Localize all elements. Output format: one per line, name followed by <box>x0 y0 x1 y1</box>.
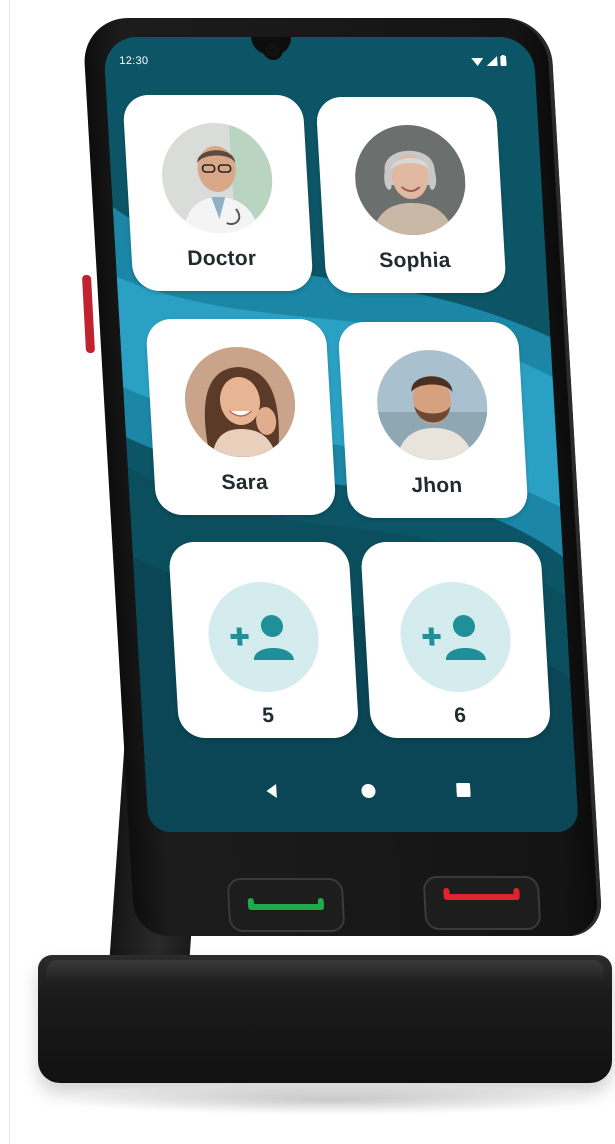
contact-tile-sara[interactable]: Sara <box>145 319 337 515</box>
contact-name: Doctor <box>186 247 257 270</box>
status-icons <box>471 55 507 66</box>
senior-woman-photo <box>352 125 469 235</box>
contact-tile-jhon[interactable]: Jhon <box>337 322 529 518</box>
contact-tile-sophia[interactable]: Sophia <box>315 97 507 293</box>
bearded-man-photo <box>374 350 491 460</box>
image-edge-line <box>9 0 10 1144</box>
add-contact-tile-6[interactable]: 6 <box>360 542 552 738</box>
sos-side-button[interactable] <box>81 275 96 353</box>
avatar-jhon <box>374 350 491 460</box>
call-end-key[interactable] <box>422 876 542 930</box>
add-contact-circle <box>397 582 514 692</box>
back-button[interactable] <box>264 783 279 804</box>
slot-number: 5 <box>261 704 275 727</box>
call-end-icon <box>443 894 520 900</box>
recents-button[interactable] <box>456 783 471 802</box>
doctor-photo <box>158 123 276 233</box>
contact-name: Jhon <box>410 474 464 497</box>
call-accept-icon <box>247 904 325 910</box>
young-woman-photo <box>181 347 299 457</box>
cradle-top-edge <box>46 960 604 984</box>
add-contact-icon <box>422 615 486 660</box>
wifi-icon <box>471 58 484 66</box>
contact-name: Sara <box>220 471 269 494</box>
call-accept-key[interactable] <box>226 878 346 932</box>
navigation-bar <box>146 775 578 815</box>
status-time: 12:30 <box>119 55 149 67</box>
add-contact-tile-5[interactable]: 5 <box>168 542 360 738</box>
avatar-doctor <box>158 123 276 233</box>
cradle-shadow <box>60 1085 600 1115</box>
avatar-sophia <box>352 125 469 235</box>
phone-screen: 12:30 Doctor Sophia Sara Jhon 5 6 <box>103 37 579 832</box>
contact-tile-doctor[interactable]: Doctor <box>122 95 314 291</box>
battery-icon <box>500 55 507 66</box>
recents-icon <box>456 783 471 797</box>
add-contact-circle <box>205 582 322 692</box>
avatar-sara <box>181 347 299 457</box>
back-icon <box>266 784 277 798</box>
home-icon <box>361 784 376 798</box>
slot-number: 6 <box>453 704 467 727</box>
front-camera <box>265 43 281 57</box>
add-contact-icon <box>230 615 294 660</box>
signal-icon <box>486 56 498 66</box>
contact-name: Sophia <box>378 249 452 272</box>
home-button[interactable] <box>360 783 377 804</box>
